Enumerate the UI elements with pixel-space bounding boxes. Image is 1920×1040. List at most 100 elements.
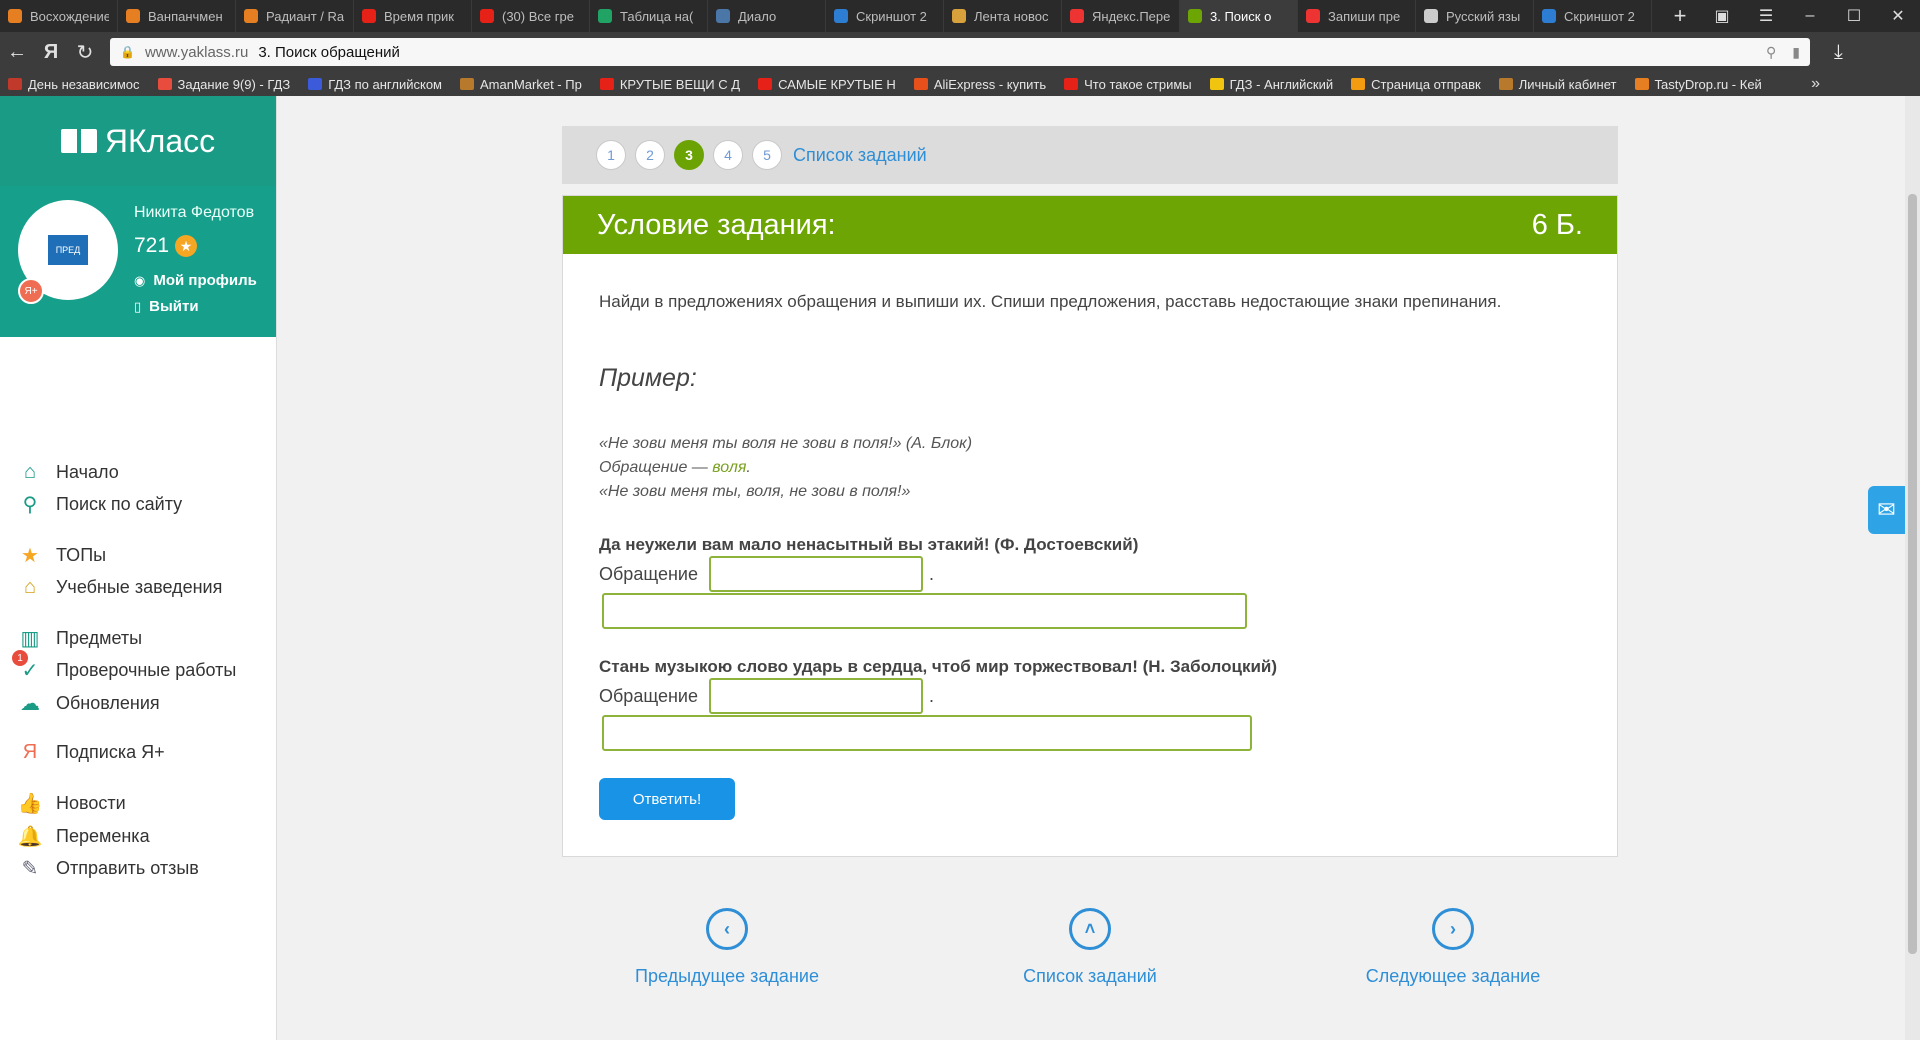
browser-tab[interactable]: Диало (708, 0, 826, 32)
tab-favicon-icon (834, 9, 848, 23)
step-button[interactable]: 2 (635, 140, 665, 170)
step-button[interactable]: 3 (674, 140, 704, 170)
browser-tab[interactable]: 3. Поиск о (1180, 0, 1298, 32)
task-steps-bar: 12345 Список заданий (562, 126, 1618, 184)
bookmark-item[interactable]: AmanMarket - Пр (460, 77, 582, 92)
browser-tab[interactable]: Русский язы (1416, 0, 1534, 32)
reload-icon[interactable]: ↻ (68, 40, 102, 65)
step-button[interactable]: 4 (713, 140, 743, 170)
minimize-icon[interactable]: – (1788, 7, 1832, 25)
sidebar-item[interactable]: ▥ Предметы (18, 626, 143, 650)
tab-label: Русский язы (1446, 8, 1521, 24)
sidebar-item[interactable]: Я Подписка Я+ (18, 740, 165, 764)
menu-icon[interactable]: ☰ (1744, 6, 1788, 26)
sidebar: ЯКласс ПРЕД Я+ Никита Федотов 721 ★ ◉ Мо… (0, 96, 277, 1040)
prev-task-link[interactable]: ‹ Предыдущее задание (627, 908, 827, 987)
close-window-icon[interactable]: ✕ (1876, 6, 1920, 26)
school-icon: ⌂ (23, 575, 37, 598)
sidebar-item[interactable]: 👍 Новости (18, 791, 126, 815)
feedback-mail-icon[interactable]: ✉ (1868, 486, 1905, 534)
bookmark-item[interactable]: ГДЗ - Английский (1209, 77, 1333, 92)
task-points: 6 Б. (1531, 208, 1583, 241)
bookmark-item[interactable]: ГДЗ по английском (308, 77, 442, 92)
my-profile-link[interactable]: ◉ Мой профиль (134, 272, 257, 289)
question-1-address-input[interactable] (709, 556, 923, 592)
sidebar-item[interactable]: 🔔 Переменка (18, 824, 150, 848)
user-circle-icon: ◉ (134, 272, 146, 288)
step-button[interactable]: 5 (752, 140, 782, 170)
browser-tab[interactable]: Ванпанчмен (118, 0, 236, 32)
bookmark-item[interactable]: САМЫЕ КРУТЫЕ Н (758, 77, 896, 92)
bookmark-favicon-icon (913, 78, 928, 90)
browser-tab[interactable]: Яндекс.Пере (1062, 0, 1180, 32)
tab-label: Яндекс.Пере (1092, 8, 1171, 24)
bookmark-label: САМЫЕ КРУТЫЕ Н (778, 76, 896, 92)
question-2-sentence-input[interactable] (602, 715, 1252, 751)
bookmark-item[interactable]: День независимос (8, 77, 140, 92)
tab-label: Диало (738, 8, 777, 24)
tabs-menu-icon[interactable]: ▣ (1700, 6, 1744, 26)
browser-tab[interactable]: Время прик (354, 0, 472, 32)
bookmark-item[interactable]: AliExpress - купить (913, 77, 1046, 92)
browser-tab[interactable]: (30) Все гре (472, 0, 590, 32)
example-line-3: «Не зови меня ты, воля, не зови в поля!» (599, 483, 911, 500)
bookmark-item[interactable]: Задание 9(9) - ГДЗ (157, 77, 290, 92)
yandex-icon[interactable]: Я (34, 41, 68, 64)
back-icon[interactable]: ← (0, 41, 34, 64)
next-task-link[interactable]: › Следующее задание (1353, 908, 1553, 987)
task-list-link[interactable]: Список заданий (793, 145, 927, 166)
page-scrollbar[interactable] (1905, 96, 1920, 1040)
sidebar-item[interactable]: ★ ТОПы (18, 543, 106, 567)
tab-favicon-icon (1424, 9, 1438, 23)
sidebar-item[interactable]: ☁ Обновления (18, 691, 160, 715)
window-controls: ▣ ☰ – ☐ ✕ (1700, 0, 1920, 32)
browser-tab[interactable]: Скриншот 2 (1534, 0, 1652, 32)
submit-button[interactable]: Ответить! (599, 778, 735, 820)
sidebar-item-label: Обновления (56, 692, 160, 713)
bookmark-item[interactable]: TastyDrop.ru - Кей (1634, 77, 1762, 92)
question-2-sentence: Стань музыкою слово ударь в сердца, чтоб… (599, 657, 1278, 676)
sidebar-item[interactable]: ✎ Отправить отзыв (18, 856, 199, 880)
url-page-title: 3. Поиск обращений (258, 43, 400, 61)
logo[interactable]: ЯКласс (0, 96, 276, 186)
task-instruction: Найди в предложениях обращения и выпиши … (599, 292, 1502, 311)
tab-favicon-icon (952, 9, 966, 23)
message-icon: ✎ (21, 857, 39, 880)
url-field[interactable]: 🔒 www.yaklass.ru 3. Поиск обращений ⚲ ▮ (110, 38, 1810, 66)
bookmark-item[interactable]: КРУТЫЕ ВЕЩИ С Д (599, 76, 741, 92)
bookmark-label: КРУТЫЕ ВЕЩИ С Д (619, 76, 741, 92)
browser-tab[interactable]: Скриншот 2 (826, 0, 944, 32)
browser-tab[interactable]: Восхождение (0, 0, 118, 32)
sidebar-item[interactable]: ⌂ Начало (18, 460, 119, 484)
question-1-label: Обращение (599, 564, 698, 584)
task-list-bottom-link[interactable]: ˄ Список заданий (990, 908, 1190, 987)
scrollbar-thumb[interactable] (1908, 194, 1917, 954)
sidebar-item[interactable]: ⌂ Учебные заведения (18, 575, 222, 599)
tab-label: Ванпанчмен (148, 8, 223, 24)
bookmark-icon[interactable]: ▮ (1792, 44, 1800, 61)
new-tab-button[interactable]: + (1660, 3, 1700, 29)
bookmark-item[interactable]: Личный кабинет (1498, 77, 1617, 92)
maximize-icon[interactable]: ☐ (1832, 6, 1876, 26)
tab-label: Время прик (384, 8, 454, 24)
question-1-sentence: Да неужели вам мало ненасытный вы этакий… (599, 535, 1139, 554)
tab-favicon-icon (716, 9, 730, 23)
browser-tab[interactable]: Таблица на( (590, 0, 708, 32)
tab-favicon-icon (362, 9, 376, 23)
question-2-address-input[interactable] (709, 678, 923, 714)
bookmarks-more-icon[interactable]: » (1811, 75, 1820, 93)
download-icon[interactable]: ⤓ (1834, 41, 1843, 64)
browser-tab[interactable]: Запиши пре (1298, 0, 1416, 32)
sidebar-item-label: Предметы (56, 627, 143, 648)
question-1-sentence-input[interactable] (602, 593, 1247, 629)
sidebar-item[interactable]: ✓ 1 Проверочные работы (12, 650, 236, 682)
step-button[interactable]: 1 (596, 140, 626, 170)
bookmark-item[interactable]: Страница отправк (1351, 77, 1481, 92)
browser-tab[interactable]: Лента новос (944, 0, 1062, 32)
bookmark-favicon-icon (1498, 78, 1513, 90)
bookmark-item[interactable]: Что такое стримы (1064, 77, 1192, 92)
logout-link[interactable]: ▯ Выйти (134, 298, 199, 315)
browser-tab[interactable]: Радиант / Ra (236, 0, 354, 32)
search-icon[interactable]: ⚲ (1766, 44, 1776, 61)
sidebar-item[interactable]: ⚲ Поиск по сайту (18, 492, 182, 516)
